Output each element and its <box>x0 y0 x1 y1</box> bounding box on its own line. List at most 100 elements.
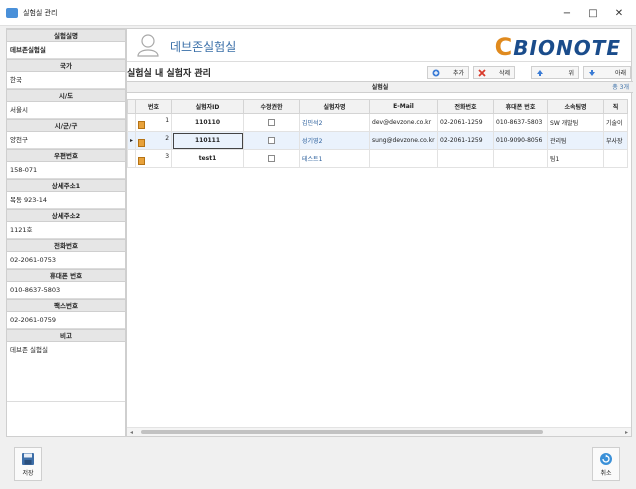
phone-cell[interactable]: 02-2061-1259 <box>437 113 495 132</box>
field-district[interactable]: 양천구 <box>7 132 125 149</box>
move-down-button[interactable]: 아래 <box>583 66 631 79</box>
column-header-rank[interactable]: 직 <box>603 99 629 114</box>
column-header-team[interactable]: 소속팀명 <box>547 99 605 114</box>
edit-permission-cell[interactable] <box>243 149 301 168</box>
team-cell[interactable]: SW 개발팀 <box>547 113 605 132</box>
horizontal-scrollbar[interactable]: ◂ ▸ <box>127 427 631 436</box>
scrollbar-thumb[interactable] <box>141 430 543 434</box>
save-label: 저장 <box>22 470 34 477</box>
rank-cell[interactable]: 부사장 <box>603 131 629 150</box>
edit-permission-cell[interactable] <box>243 113 301 132</box>
field-label-mobile: 휴대폰 번호 <box>7 269 125 282</box>
experimenter-panel: 데브존실험실 CBIONOTE 실험실 내 실험자 관리 추가 삭제 위 아래 … <box>126 28 633 437</box>
team-cell[interactable]: 관리팀 <box>547 131 605 150</box>
row-indicator <box>126 149 137 168</box>
table-row[interactable]: 3 test1 테스트1 팀1 <box>126 149 629 168</box>
column-header-name[interactable]: 실험자명 <box>299 99 371 114</box>
experimenter-name-cell[interactable]: 김민석2 <box>299 113 371 132</box>
rank-cell[interactable]: 기술이 <box>603 113 629 132</box>
refresh-icon <box>600 453 612 465</box>
field-label-fax: 팩스번호 <box>7 299 125 312</box>
add-icon <box>432 69 440 76</box>
table-row[interactable]: ▸ 2 110111 성기영2 sung@devzone.co.kr 02-20… <box>126 131 629 150</box>
field-note[interactable]: 데브존 실험실 <box>7 342 125 402</box>
field-address1[interactable]: 목동 923-14 <box>7 192 125 209</box>
table-row[interactable]: 1 110110 김민석2 dev@devzone.co.kr 02-2061-… <box>126 113 629 132</box>
experimenter-id-cell[interactable]: 110111 <box>171 131 245 150</box>
row-number-cell[interactable]: 3 <box>135 149 173 168</box>
experimenter-table: 번호 실험자ID 수정권한 실험자명 E-Mail 전화번호 휴대폰 번호 소속… <box>126 99 629 168</box>
document-icon <box>138 138 146 147</box>
app-icon <box>6 7 18 18</box>
mobile-cell[interactable] <box>493 149 549 168</box>
lab-info-panel: 실험실명 데브존실험실 국가 한국 시/도 서울시 시/군/구 양천구 우편번호… <box>6 28 126 437</box>
column-header-id[interactable]: 실험자ID <box>171 99 245 114</box>
field-lab-name[interactable]: 데브존실험실 <box>7 42 125 59</box>
add-button[interactable]: 추가 <box>427 66 469 79</box>
user-avatar-icon <box>137 34 159 57</box>
field-province[interactable]: 서울시 <box>7 102 125 119</box>
save-button[interactable]: 저장 <box>14 447 42 481</box>
field-address2[interactable]: 1121호 <box>7 222 125 239</box>
field-label-address1: 상세주소1 <box>7 179 125 192</box>
lab-header: 데브존실험실 CBIONOTE <box>127 29 631 62</box>
move-up-button[interactable]: 위 <box>531 66 579 79</box>
row-number-cell[interactable]: 2 <box>135 131 173 150</box>
column-header-no[interactable]: 번호 <box>135 99 173 114</box>
floppy-disk-icon <box>22 453 34 465</box>
edit-permission-checkbox[interactable] <box>268 119 276 126</box>
phone-cell[interactable]: 02-2061-1259 <box>437 131 495 150</box>
cancel-button[interactable]: 취소 <box>592 447 620 481</box>
row-indicator <box>126 113 137 132</box>
mobile-cell[interactable]: 010-9090-8056 <box>493 131 549 150</box>
field-fax[interactable]: 02-2061-0759 <box>7 312 125 329</box>
window-titlebar: 실험실 관리 − □ ✕ <box>0 0 636 26</box>
edit-permission-checkbox[interactable] <box>268 137 276 144</box>
maximize-button[interactable]: □ <box>582 0 604 26</box>
row-number-cell[interactable]: 1 <box>135 113 173 132</box>
field-label-address2: 상세주소2 <box>7 209 125 222</box>
scroll-right-icon[interactable]: ▸ <box>625 428 628 437</box>
lab-name-title: 데브존실험실 <box>170 40 237 54</box>
field-label-country: 국가 <box>7 59 125 72</box>
scroll-left-icon[interactable]: ◂ <box>130 428 133 437</box>
field-country[interactable]: 한국 <box>7 72 125 89</box>
bionote-logo: CBIONOTE <box>494 33 621 61</box>
field-label-district: 시/군/구 <box>7 119 125 132</box>
field-mobile[interactable]: 010-8637-5803 <box>7 282 125 299</box>
arrow-up-icon <box>537 69 543 76</box>
experimenter-name-cell[interactable]: 성기영2 <box>299 131 371 150</box>
field-label-postcode: 우편번호 <box>7 149 125 162</box>
cancel-label: 취소 <box>600 470 612 477</box>
minimize-button[interactable]: − <box>556 0 578 26</box>
team-cell[interactable]: 팀1 <box>547 149 605 168</box>
field-label-note: 비고 <box>7 329 125 342</box>
close-button[interactable]: ✕ <box>608 0 630 26</box>
edit-permission-checkbox[interactable] <box>268 155 276 162</box>
edit-permission-cell[interactable] <box>243 131 301 150</box>
field-label-province: 시/도 <box>7 89 125 102</box>
record-count: 총 3개 <box>612 84 629 91</box>
field-label-phone: 전화번호 <box>7 239 125 252</box>
experimenter-id-cell[interactable]: 110110 <box>171 113 245 132</box>
grid-title: 실험실 <box>371 84 389 91</box>
column-header-edit-permission[interactable]: 수정권한 <box>243 99 301 114</box>
field-phone[interactable]: 02-2061-0753 <box>7 252 125 269</box>
experimenter-name-cell[interactable]: 테스트1 <box>299 149 371 168</box>
rank-cell[interactable] <box>603 149 629 168</box>
email-cell[interactable]: dev@devzone.co.kr <box>369 113 439 132</box>
email-cell[interactable]: sung@devzone.co.kr <box>369 131 439 150</box>
phone-cell[interactable] <box>437 149 495 168</box>
grid-caption: 실험실 총 3개 <box>127 81 633 93</box>
field-label-lab-name: 실험실명 <box>7 29 125 42</box>
email-cell[interactable] <box>369 149 439 168</box>
column-header-email[interactable]: E-Mail <box>369 99 439 114</box>
row-indicator: ▸ <box>126 131 137 150</box>
delete-button[interactable]: 삭제 <box>473 66 515 79</box>
field-postcode[interactable]: 158-071 <box>7 162 125 179</box>
experimenter-id-cell[interactable]: test1 <box>171 149 245 168</box>
column-header-mobile[interactable]: 휴대폰 번호 <box>493 99 549 114</box>
bottom-toolbar: 저장 취소 <box>0 437 636 489</box>
column-header-phone[interactable]: 전화번호 <box>437 99 495 114</box>
mobile-cell[interactable]: 010-8637-5803 <box>493 113 549 132</box>
